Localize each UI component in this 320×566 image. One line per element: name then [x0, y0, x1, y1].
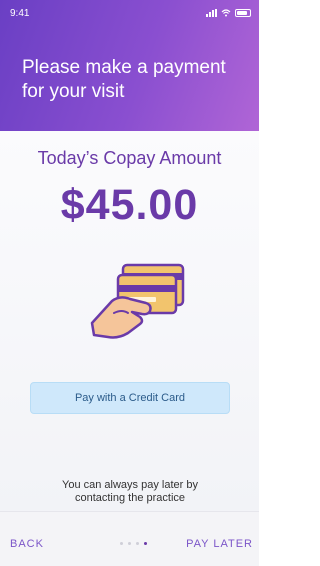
- wifi-icon: [221, 9, 231, 17]
- back-button[interactable]: BACK: [10, 538, 44, 550]
- page-indicator: [120, 542, 147, 545]
- page-dot-active: [144, 542, 147, 545]
- copay-amount: $45.00: [60, 181, 199, 229]
- pay-later-button[interactable]: PAY LATER: [186, 538, 253, 550]
- main-content: Today’s Copay Amount $45.00 Pay with a C…: [0, 131, 259, 511]
- pay-with-credit-card-button[interactable]: Pay with a Credit Card: [30, 382, 230, 414]
- page-dot: [128, 542, 131, 545]
- credit-card-in-hand-icon: [90, 263, 185, 339]
- pay-later-note: You can always pay later by contacting t…: [62, 479, 198, 504]
- page-title: Please make a payment for your visit: [22, 57, 226, 102]
- signal-icon: [206, 9, 217, 17]
- header: 9:41 Please make a payment for your visi…: [0, 0, 259, 131]
- page-dot: [136, 542, 139, 545]
- footer-nav: BACK PAY LATER: [0, 511, 259, 566]
- page-dot: [120, 542, 123, 545]
- status-bar: 9:41: [10, 6, 251, 20]
- copay-label: Today’s Copay Amount: [37, 148, 222, 168]
- battery-icon: [235, 9, 251, 17]
- status-time: 9:41: [10, 7, 30, 19]
- status-icons: [206, 9, 251, 17]
